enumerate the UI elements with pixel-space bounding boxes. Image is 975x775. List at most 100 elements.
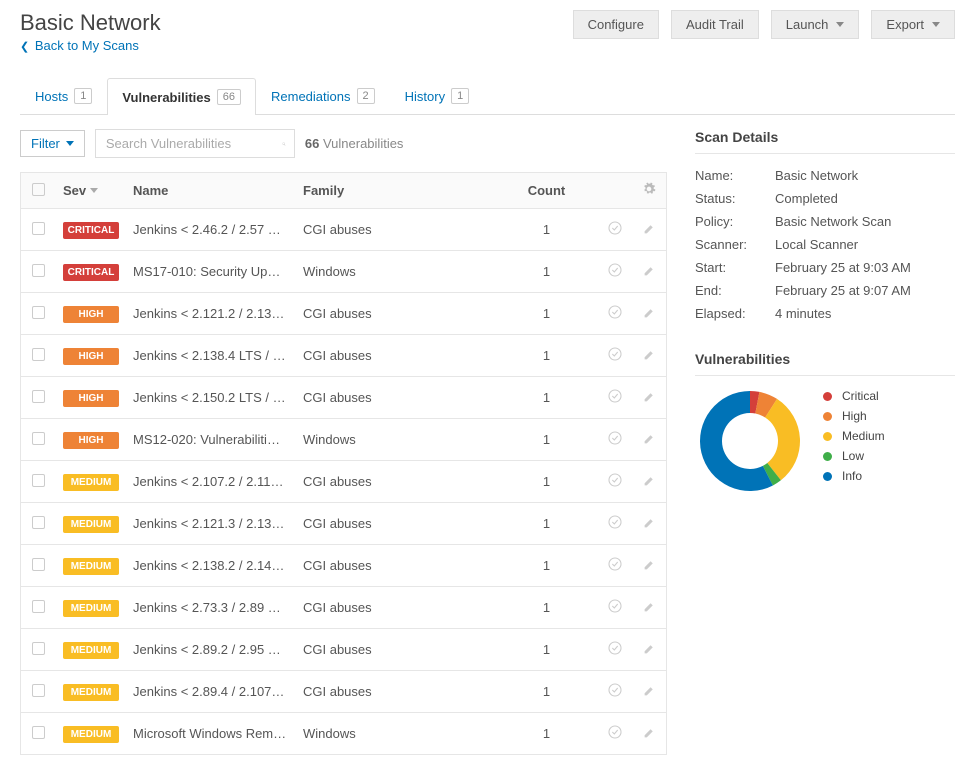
table-row[interactable]: MEDIUMJenkins < 2.89.2 / 2.95 Multip…CGI… — [20, 629, 667, 671]
table-row[interactable]: MEDIUMMicrosoft Windows Remote …Windows1 — [20, 713, 667, 755]
tab-hosts[interactable]: Hosts 1 — [20, 77, 107, 114]
clock-icon[interactable] — [607, 472, 623, 488]
row-checkbox[interactable] — [32, 222, 45, 235]
pencil-icon[interactable] — [643, 306, 656, 319]
row-checkbox[interactable] — [32, 348, 45, 361]
row-checkbox[interactable] — [32, 558, 45, 571]
col-count[interactable]: Count — [495, 183, 598, 198]
table-row[interactable]: HIGHJenkins < 2.138.4 LTS / 2.150.…CGI a… — [20, 335, 667, 377]
pencil-icon[interactable] — [643, 726, 656, 739]
search-icon[interactable] — [282, 137, 286, 151]
legend-item: Info — [823, 466, 885, 486]
back-to-scans-link[interactable]: ❮ Back to My Scans — [20, 36, 161, 53]
vuln-family: CGI abuses — [295, 348, 495, 363]
clock-icon[interactable] — [607, 388, 623, 404]
severity-badge: MEDIUM — [63, 516, 119, 533]
clock-icon[interactable] — [607, 514, 623, 530]
vuln-family: CGI abuses — [295, 684, 495, 699]
tab-vulnerabilities[interactable]: Vulnerabilities 66 — [107, 78, 256, 115]
detail-value: February 25 at 9:03 AM — [775, 260, 911, 275]
row-checkbox[interactable] — [32, 432, 45, 445]
row-checkbox[interactable] — [32, 264, 45, 277]
clock-icon[interactable] — [607, 346, 623, 362]
export-button[interactable]: Export — [871, 10, 955, 39]
pencil-icon[interactable] — [643, 600, 656, 613]
legend-item: High — [823, 406, 885, 426]
col-name[interactable]: Name — [125, 183, 295, 198]
pencil-icon[interactable] — [643, 432, 656, 445]
table-row[interactable]: HIGHJenkins < 2.150.2 LTS / 2.160 …CGI a… — [20, 377, 667, 419]
clock-icon[interactable] — [607, 556, 623, 572]
vuln-family: CGI abuses — [295, 516, 495, 531]
col-family[interactable]: Family — [295, 183, 495, 198]
table-row[interactable]: HIGHJenkins < 2.121.2 / 2.133 Mul…CGI ab… — [20, 293, 667, 335]
filter-button[interactable]: Filter — [20, 130, 85, 157]
clock-icon[interactable] — [607, 430, 623, 446]
clock-icon[interactable] — [607, 304, 623, 320]
detail-value: Basic Network Scan — [775, 214, 891, 229]
configure-button[interactable]: Configure — [573, 10, 659, 39]
clock-icon[interactable] — [607, 724, 623, 740]
launch-button[interactable]: Launch — [771, 10, 860, 39]
row-checkbox[interactable] — [32, 642, 45, 655]
pencil-icon[interactable] — [643, 390, 656, 403]
row-checkbox[interactable] — [32, 474, 45, 487]
col-severity[interactable]: Sev — [55, 183, 125, 198]
vuln-name: Jenkins < 2.89.2 / 2.95 Multip… — [125, 642, 295, 657]
detail-key: Name: — [695, 168, 775, 183]
clock-icon[interactable] — [607, 262, 623, 278]
row-checkbox[interactable] — [32, 390, 45, 403]
table-row[interactable]: MEDIUMJenkins < 2.121.3 / 2.138 Mul…CGI … — [20, 503, 667, 545]
select-all-checkbox[interactable] — [32, 183, 45, 196]
tab-remediations[interactable]: Remediations 2 — [256, 77, 390, 114]
detail-row: Status:Completed — [695, 187, 955, 210]
pencil-icon[interactable] — [643, 222, 656, 235]
gear-icon[interactable] — [642, 182, 656, 196]
table-row[interactable]: MEDIUMJenkins < 2.73.3 / 2.89 Multip…CGI… — [20, 587, 667, 629]
severity-badge: CRITICAL — [63, 222, 119, 239]
detail-key: End: — [695, 283, 775, 298]
pencil-icon[interactable] — [643, 642, 656, 655]
vuln-name: Jenkins < 2.89.4 / 2.107 Multi… — [125, 684, 295, 699]
row-checkbox[interactable] — [32, 306, 45, 319]
pencil-icon[interactable] — [643, 264, 656, 277]
pencil-icon[interactable] — [643, 684, 656, 697]
clock-icon[interactable] — [607, 220, 623, 236]
pencil-icon[interactable] — [643, 516, 656, 529]
table-row[interactable]: HIGHMS12-020: Vulnerabilities in …Window… — [20, 419, 667, 461]
pencil-icon[interactable] — [643, 348, 656, 361]
clock-icon[interactable] — [607, 640, 623, 656]
legend-dot-icon — [823, 432, 832, 441]
col-sev-label: Sev — [63, 183, 86, 198]
clock-icon[interactable] — [607, 598, 623, 614]
audit-trail-button[interactable]: Audit Trail — [671, 10, 759, 39]
search-input[interactable] — [106, 130, 282, 157]
page-title: Basic Network — [20, 10, 161, 36]
legend-label: Low — [842, 449, 864, 463]
table-header: Sev Name Family Count — [20, 172, 667, 209]
detail-row: End:February 25 at 9:07 AM — [695, 279, 955, 302]
tab-hosts-badge: 1 — [74, 88, 92, 104]
legend-item: Medium — [823, 426, 885, 446]
vuln-chart-heading: Vulnerabilities — [695, 351, 955, 376]
tab-history[interactable]: History 1 — [390, 77, 485, 114]
tab-vulns-badge: 66 — [217, 89, 241, 105]
vuln-count: 1 — [495, 264, 598, 279]
vulnerabilities-donut-chart — [695, 386, 805, 496]
row-checkbox[interactable] — [32, 600, 45, 613]
pencil-icon[interactable] — [643, 558, 656, 571]
table-row[interactable]: CRITICALJenkins < 2.46.2 / 2.57 and Je…C… — [20, 209, 667, 251]
result-count-suffix: Vulnerabilities — [323, 136, 403, 151]
table-row[interactable]: MEDIUMJenkins < 2.138.2 / 2.146 Mul…CGI … — [20, 545, 667, 587]
clock-icon[interactable] — [607, 682, 623, 698]
launch-label: Launch — [786, 17, 829, 32]
table-row[interactable]: MEDIUMJenkins < 2.89.4 / 2.107 Multi…CGI… — [20, 671, 667, 713]
row-checkbox[interactable] — [32, 516, 45, 529]
pencil-icon[interactable] — [643, 474, 656, 487]
table-row[interactable]: MEDIUMJenkins < 2.107.2 / 2.116 Mul…CGI … — [20, 461, 667, 503]
row-checkbox[interactable] — [32, 684, 45, 697]
detail-row: Start:February 25 at 9:03 AM — [695, 256, 955, 279]
table-row[interactable]: CRITICALMS17-010: Security Update f…Wind… — [20, 251, 667, 293]
detail-row: Policy:Basic Network Scan — [695, 210, 955, 233]
row-checkbox[interactable] — [32, 726, 45, 739]
